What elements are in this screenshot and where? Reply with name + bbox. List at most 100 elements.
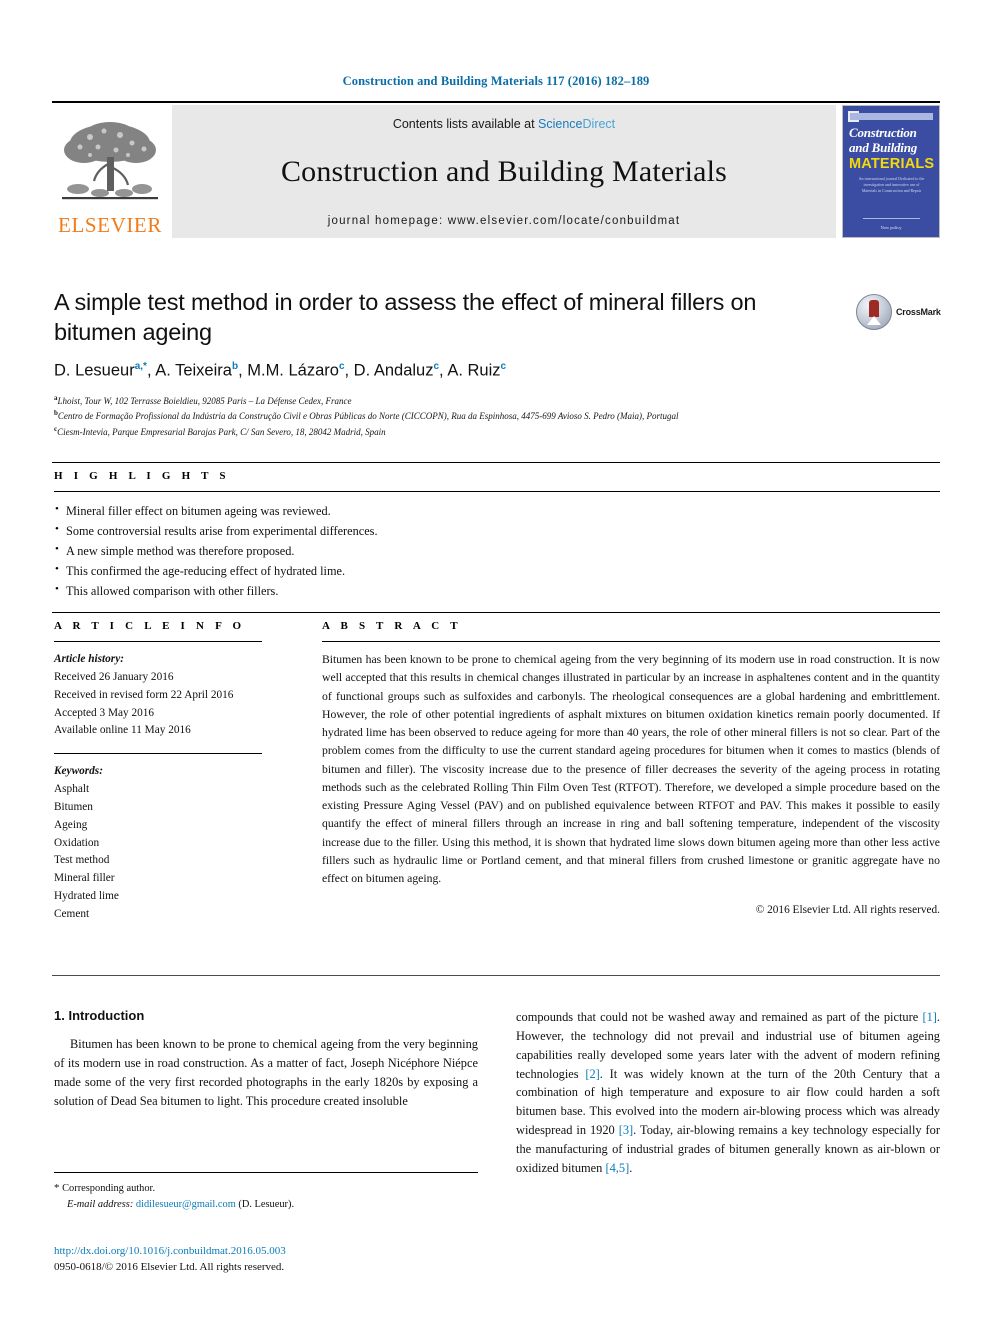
title-block: A simple test method in order to assess …	[54, 287, 844, 440]
keywords-heading: Keywords:	[54, 765, 103, 778]
highlights-label: H I G H L I G H T S	[54, 470, 230, 482]
article-info-section: A R T I C L E I N F O Article history: R…	[54, 620, 288, 924]
citation-link[interactable]: [4,5]	[605, 1161, 629, 1175]
page-title: A simple test method in order to assess …	[54, 289, 757, 346]
author-affiliation-marker: c	[338, 361, 345, 373]
body-columns: 1. Introduction Bitumen has been known t…	[54, 1008, 940, 1178]
citation-link[interactable]: [1]	[922, 1010, 936, 1024]
abstract-underline	[322, 641, 940, 642]
abstract-label: A B S T R A C T	[322, 620, 462, 632]
cover-line-1: Construction	[849, 125, 917, 140]
keyword-item: Mineral filler	[54, 872, 115, 885]
highlights-section: H I G H L I G H T S Mineral filler effec…	[54, 470, 940, 601]
running-head: Construction and Building Materials 117 …	[342, 74, 650, 88]
section-title-introduction: 1. Introduction	[54, 1008, 145, 1023]
citation-link[interactable]: [2]	[585, 1067, 599, 1081]
highlights-list: Mineral filler effect on bitumen ageing …	[54, 500, 940, 601]
affiliation-list: aLhoist, Tour W, 102 Terrasse Boieldieu,…	[54, 393, 844, 440]
contents-line: Contents lists available at ScienceDirec…	[172, 117, 836, 131]
author-affiliation-marker: c	[500, 361, 507, 373]
corresponding-author-note: * Corresponding author.	[54, 1180, 478, 1197]
keyword-item: Hydrated lime	[54, 890, 119, 903]
article-info-underline	[54, 641, 262, 642]
elsevier-wordmark: ELSEVIER	[58, 213, 162, 237]
keyword-item: Cement	[54, 907, 90, 920]
abstract-text: Bitumen has been known to be prone to ch…	[322, 653, 940, 885]
article-history-item: Received in revised form 22 April 2016	[54, 688, 234, 701]
abstract-copyright: © 2016 Elsevier Ltd. All rights reserved…	[755, 904, 940, 917]
email-owner: (D. Lesueur).	[238, 1199, 295, 1211]
info-abstract-row: A R T I C L E I N F O Article history: R…	[54, 620, 940, 924]
author-name: A. Teixeira	[155, 361, 232, 380]
keyword-item: Bitumen	[54, 800, 93, 813]
journal-homepage-link[interactable]: journal homepage: www.elsevier.com/locat…	[172, 215, 836, 227]
journal-masthead: ELSEVIER Contents lists available at Sci…	[52, 101, 940, 238]
highlights-underline	[54, 491, 940, 492]
author-affiliation-marker: a,*	[134, 361, 147, 373]
article-history-items: Received 26 January 2016 Received in revi…	[54, 669, 288, 740]
elsevier-logo: ELSEVIER	[52, 105, 168, 238]
article-history-item: Available online 11 May 2016	[54, 724, 191, 737]
elsevier-tree-icon	[60, 117, 160, 214]
introduction-paragraph-left: Bitumen has been known to be prone to ch…	[54, 1037, 478, 1108]
footnote-block: * Corresponding author. E-mail address: …	[54, 1172, 478, 1213]
article-history-item: Accepted 3 May 2016	[54, 706, 155, 719]
author-name: M.M. Lázaro	[247, 361, 339, 380]
crossmark-badge-group[interactable]: CrossMark	[856, 292, 941, 332]
crossmark-icon	[856, 294, 892, 330]
affiliation-item: aLhoist, Tour W, 102 Terrasse Boieldieu,…	[54, 393, 352, 406]
introduction-paragraph-right: compounds that could not be washed away …	[516, 1010, 940, 1175]
highlight-item: This allowed comparison with other fille…	[54, 581, 940, 601]
asterisk-icon: *	[54, 1182, 60, 1194]
highlight-item: Some controversial results arise from ex…	[54, 521, 940, 541]
highlight-item: Mineral filler effect on bitumen ageing …	[54, 500, 940, 521]
article-info-label: A R T I C L E I N F O	[54, 620, 246, 632]
article-history-heading: Article history:	[54, 653, 124, 665]
cover-blurb: An international journal Dedicated to th…	[858, 176, 925, 193]
sciencedirect-link[interactable]: ScienceDirect	[538, 117, 615, 131]
affiliation-item: bCentro de Formação Profissional da Indú…	[54, 409, 679, 422]
author-name: D. Lesueur	[54, 361, 135, 380]
crossmark-label: CrossMark	[896, 307, 941, 317]
article-info-separator	[54, 753, 262, 755]
journal-title: Construction and Building Materials	[280, 155, 728, 188]
journal-cover-thumbnail[interactable]: Construction and Building MATERIALS An i…	[842, 105, 940, 238]
author-list: D. Lesueura,*, A. Teixeirab, M.M. Lázaro…	[54, 361, 507, 380]
citation-link[interactable]: [3]	[619, 1123, 633, 1137]
email-label: E-mail address:	[67, 1199, 134, 1211]
keywords-items: Asphalt Bitumen Ageing Oxidation Test method…	[54, 781, 288, 924]
contents-prefix: Contents lists available at	[392, 117, 539, 131]
affiliation-item: cCiesm-Intevia, Parque Empresarial Baraj…	[54, 425, 386, 437]
doi-link[interactable]: http://dx.doi.org/10.1016/j.conbuildmat.…	[54, 1244, 484, 1260]
paper-page: Construction and Building Materials 117 …	[0, 0, 992, 1323]
keywords-block: Keywords: Asphalt Bitumen Ageing Oxidation T…	[54, 763, 288, 924]
journal-band: Contents lists available at ScienceDirec…	[172, 105, 836, 238]
article-history-item: Received 26 January 2016	[54, 670, 174, 683]
doi-block: http://dx.doi.org/10.1016/j.conbuildmat.…	[54, 1244, 484, 1276]
email-link[interactable]: didilesueur@gmail.com	[136, 1199, 236, 1210]
issn-copyright-line: 0950-0618/© 2016 Elsevier Ltd. All right…	[54, 1260, 285, 1273]
cover-line-3: MATERIALS	[849, 156, 935, 172]
divider-above-body	[52, 975, 940, 976]
cover-divider	[863, 218, 920, 219]
cover-top-bar	[850, 113, 933, 120]
email-note: E-mail address: didilesueur@gmail.com (D…	[54, 1197, 478, 1213]
body-column-left: 1. Introduction Bitumen has been known t…	[54, 1008, 478, 1178]
keyword-item: Test method	[54, 854, 110, 867]
highlight-item: A new simple method was therefore propos…	[54, 541, 940, 561]
abstract-section: A B S T R A C T Bitumen has been known t…	[288, 620, 940, 924]
keyword-item: Asphalt	[54, 783, 90, 796]
body-column-right: compounds that could not be washed away …	[516, 1008, 940, 1178]
cover-footer: Now policy	[880, 225, 902, 230]
corresponding-author-text: Corresponding author.	[62, 1183, 156, 1194]
author-name: D. Andaluz	[353, 361, 434, 380]
divider-above-abstract	[52, 612, 940, 613]
keyword-item: Ageing	[54, 818, 88, 831]
highlight-item: This confirmed the age-reducing effect o…	[54, 561, 940, 581]
cover-line-2: and Building	[849, 140, 918, 155]
author-name: A. Ruiz	[447, 361, 501, 380]
author-affiliation-marker: b	[231, 361, 239, 373]
author-affiliation-marker: c	[433, 361, 440, 373]
keyword-item: Oxidation	[54, 836, 100, 849]
divider-above-highlights	[52, 462, 940, 463]
